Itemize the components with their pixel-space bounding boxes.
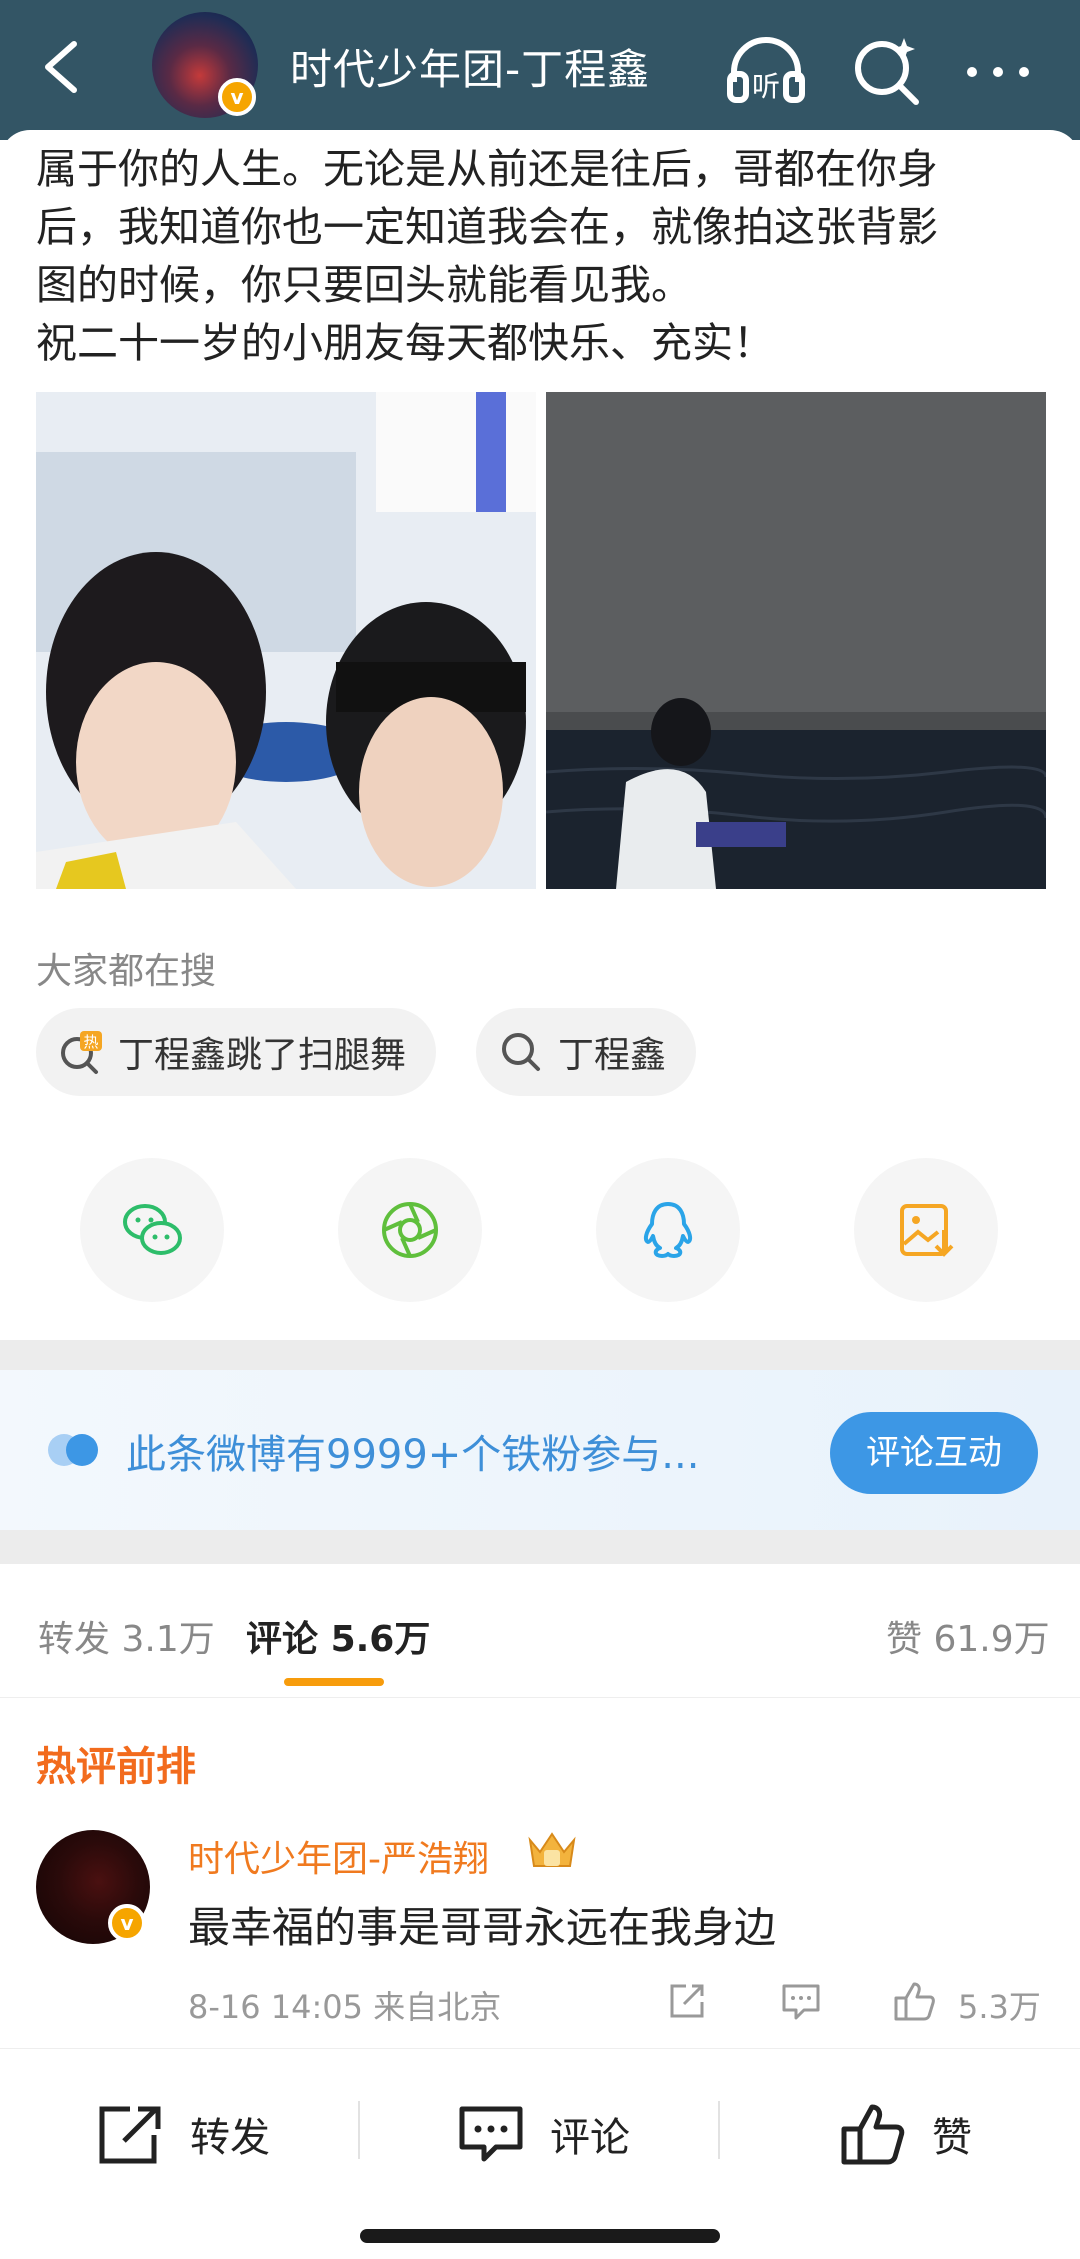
home-indicator [360, 2229, 720, 2243]
headphones-listen-icon[interactable]: 听 [724, 28, 808, 112]
search-chip-label: 丁程鑫跳了扫腿舞 [118, 1035, 407, 1076]
verified-badge: v [108, 1904, 146, 1942]
tab-like[interactable]: 赞 61.9万 [886, 1610, 1050, 1662]
top-navigation-bar: v 时代少年团-丁程鑫 听 [0, 0, 1080, 140]
comment-time: 8-16 14:05 [188, 1988, 364, 2026]
tab-repost-count: 3.1万 [121, 1619, 215, 1660]
repost-icon [99, 2106, 161, 2164]
page-title[interactable]: 时代少年团-丁程鑫 [290, 36, 650, 97]
like-button[interactable]: 赞 [838, 2099, 972, 2169]
section-divider [0, 1340, 1080, 1370]
save-image-icon [900, 1204, 954, 1257]
tab-comment[interactable]: 评论 5.6万 [246, 1610, 430, 1662]
hot-badge: 热 [83, 1033, 98, 1051]
search-chip-label: 丁程鑫 [558, 1035, 667, 1076]
comment-button[interactable]: 评论 [456, 2099, 630, 2169]
repost-label: 转发 [190, 2115, 270, 2161]
post-line: 祝二十一岁的小朋友每天都快乐、充实！ [36, 319, 774, 367]
comment-text: 最幸福的事是哥哥永远在我身边 [188, 1903, 777, 1952]
post-line: 后，我知道你也一定知道我会在，就像拍这张背影 [36, 203, 938, 251]
search-chip-hot[interactable]: 热 丁程鑫跳了扫腿舞 [36, 1008, 437, 1096]
moments-icon [382, 1202, 438, 1258]
fan-banner-text: 此条微博有9999+个铁粉参与... [126, 1432, 700, 1478]
share-wechat-button[interactable] [80, 1158, 224, 1302]
hot-comments-title: 热评前排 [36, 1744, 196, 1790]
comment-share-icon[interactable] [664, 1978, 710, 2024]
comment-reply-icon[interactable] [778, 1978, 824, 2024]
like-icon [841, 2104, 905, 2165]
qq-icon [643, 1202, 693, 1258]
comment-like-icon[interactable] [892, 1978, 938, 2024]
fan-indicator-icon [48, 1434, 98, 1466]
tab-comment-label: 评论 [246, 1619, 319, 1660]
tab-repost-label: 转发 [38, 1619, 111, 1660]
comment-icon [459, 2106, 523, 2162]
trending-search-label: 大家都在搜 [36, 951, 217, 992]
divider [718, 2101, 720, 2159]
active-tab-indicator [284, 1678, 384, 1686]
save-image-button[interactable] [854, 1158, 998, 1302]
post-image-1[interactable] [36, 392, 536, 889]
tab-comment-count: 5.6万 [330, 1619, 431, 1660]
tab-repost[interactable]: 转发 3.1万 [38, 1610, 215, 1662]
listen-label: 听 [752, 70, 780, 103]
comment-meta: 8-16 14:05 来自北京 [188, 1982, 501, 2028]
like-label: 赞 [932, 2115, 972, 2161]
tab-like-label: 赞 [886, 1619, 923, 1660]
bottom-action-bar: 转发 评论 赞 [0, 2048, 1080, 2259]
more-dots-icon[interactable] [956, 28, 1040, 112]
post-line: 图的时候，你只要回头就能看见我。 [36, 261, 692, 309]
comment-interact-button[interactable]: 评论互动 [830, 1412, 1038, 1494]
section-divider [0, 1530, 1080, 1564]
share-qq-button[interactable] [596, 1158, 740, 1302]
chevron-left-icon[interactable] [36, 36, 88, 98]
repost-button[interactable]: 转发 [96, 2099, 270, 2169]
comment-like-count: 5.3万 [958, 1988, 1041, 2026]
wechat-icon [123, 1204, 182, 1255]
fan-interaction-banner[interactable]: 此条微博有9999+个铁粉参与... 评论互动 [0, 1370, 1080, 1530]
commenter-name[interactable]: 时代少年团-严浩翔 [188, 1830, 489, 1882]
comment-location: 来自北京 [373, 1988, 502, 2026]
tab-like-count: 61.9万 [933, 1619, 1050, 1660]
search-icon [502, 1033, 540, 1071]
post-stats-tabs: 转发 3.1万 评论 5.6万 赞 61.9万 [0, 1564, 1080, 1698]
hot-search-icon: 热 [61, 1031, 102, 1074]
search-sparkle-icon[interactable] [846, 28, 930, 112]
crown-badge-icon [528, 1832, 576, 1867]
search-chip[interactable]: 丁程鑫 [476, 1008, 697, 1096]
share-moments-button[interactable] [338, 1158, 482, 1302]
verified-badge: v [218, 78, 256, 116]
divider [358, 2101, 360, 2159]
post-text: 属于你的人生。无论是从前还是往后，哥都在你身 后，我知道你也一定知道我会在，就像… [36, 140, 1046, 372]
post-image-2[interactable] [546, 392, 1046, 889]
post-line: 属于你的人生。无论是从前还是往后，哥都在你身 [36, 145, 938, 193]
comment-label: 评论 [550, 2115, 630, 2161]
